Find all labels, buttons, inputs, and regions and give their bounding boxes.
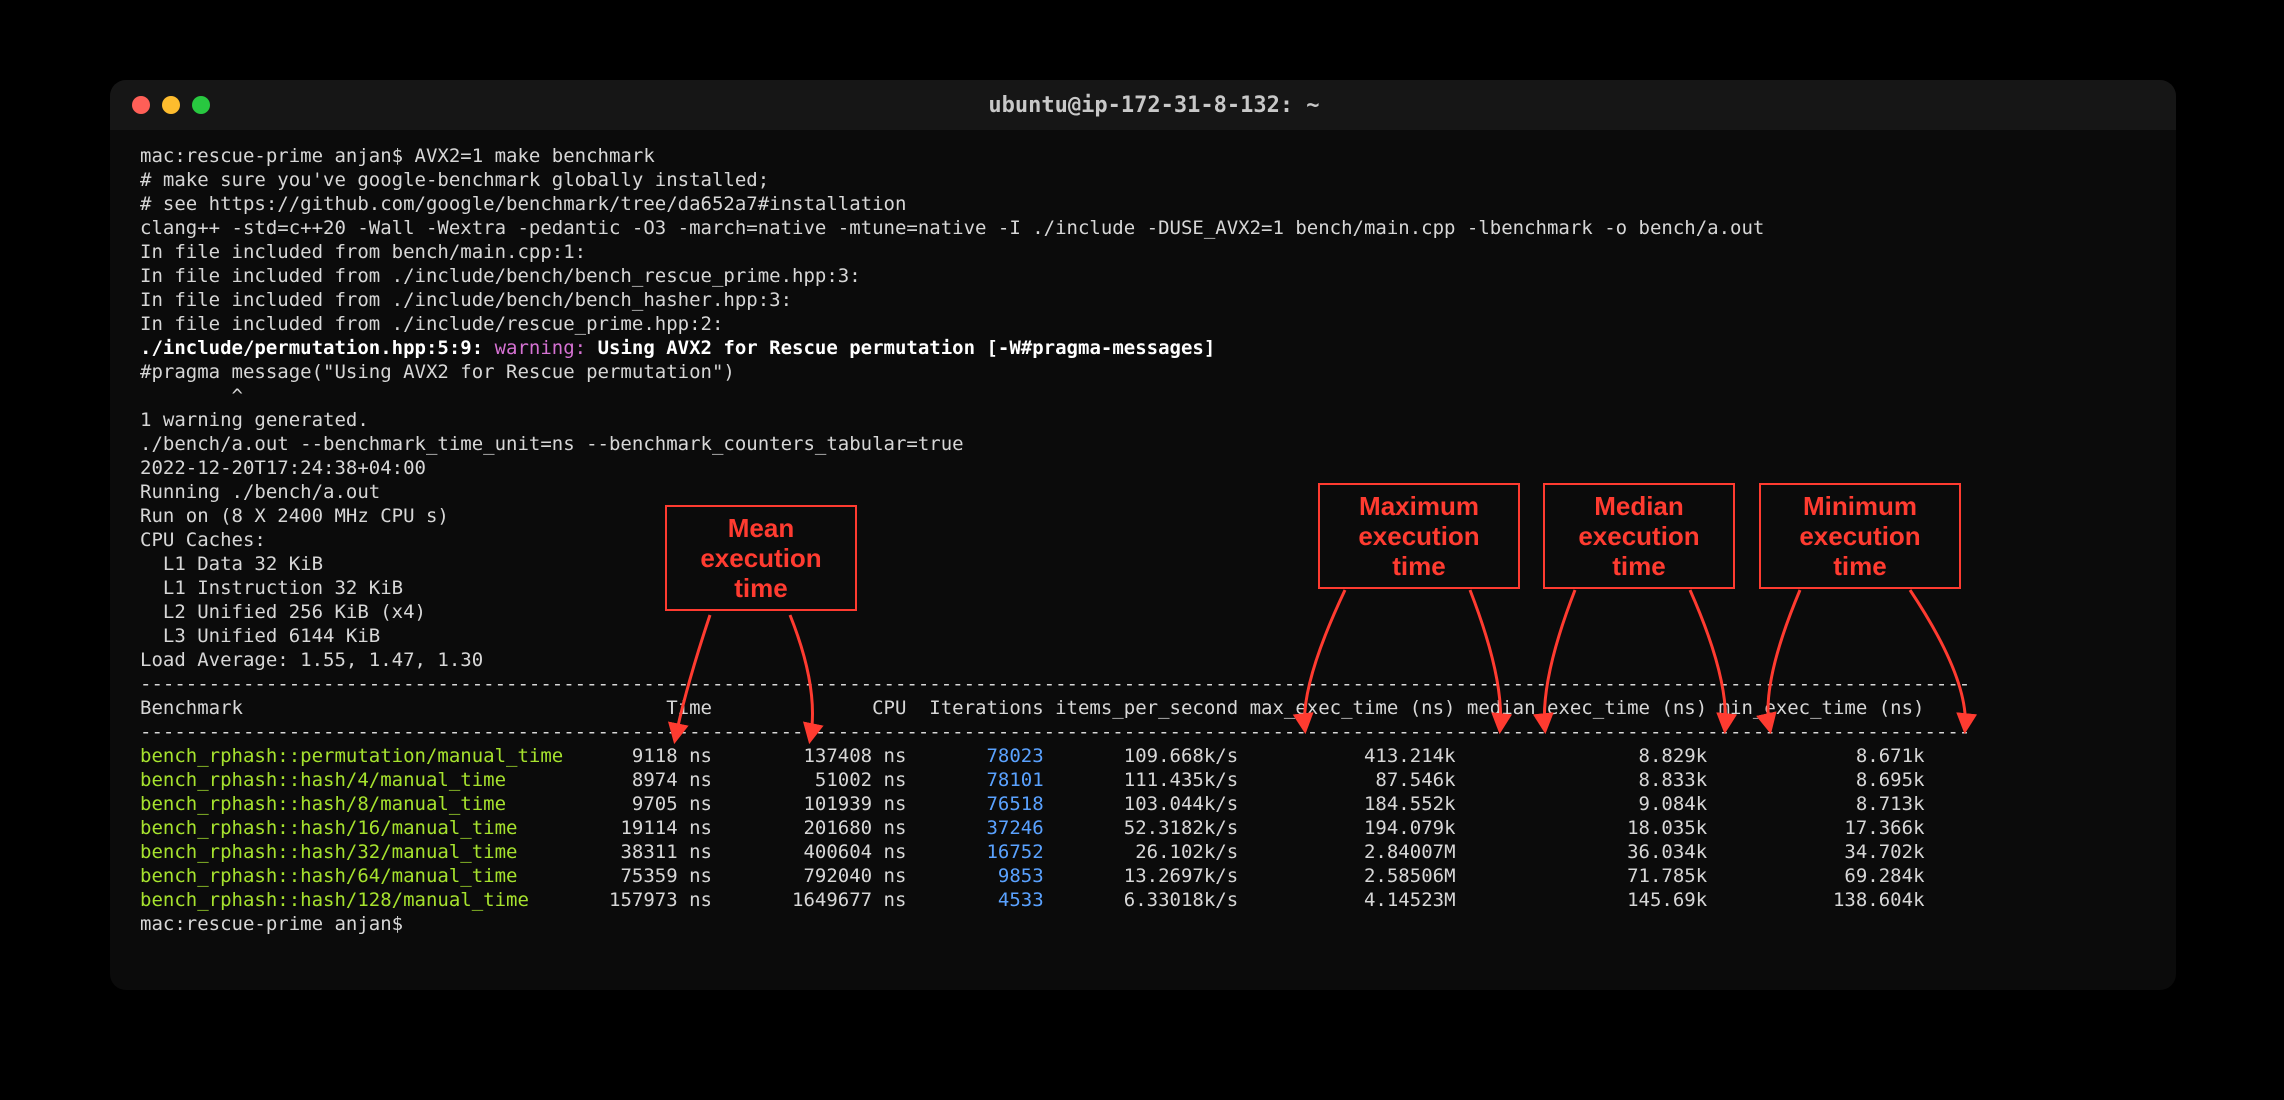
titlebar: ubuntu@ip-172-31-8-132: ~ — [110, 80, 2176, 130]
terminal-window: ubuntu@ip-172-31-8-132: ~ mac:rescue-pri… — [110, 80, 2176, 990]
annotation-max: Maximumexecutiontime — [1318, 483, 1520, 589]
zoom-icon[interactable] — [192, 96, 210, 114]
annotation-median: Medianexecutiontime — [1543, 483, 1735, 589]
window-title: ubuntu@ip-172-31-8-132: ~ — [222, 93, 2176, 118]
minimize-icon[interactable] — [162, 96, 180, 114]
close-icon[interactable] — [132, 96, 150, 114]
annotation-min: Minimumexecutiontime — [1759, 483, 1961, 589]
annotation-mean: Meanexecutiontime — [665, 505, 857, 611]
